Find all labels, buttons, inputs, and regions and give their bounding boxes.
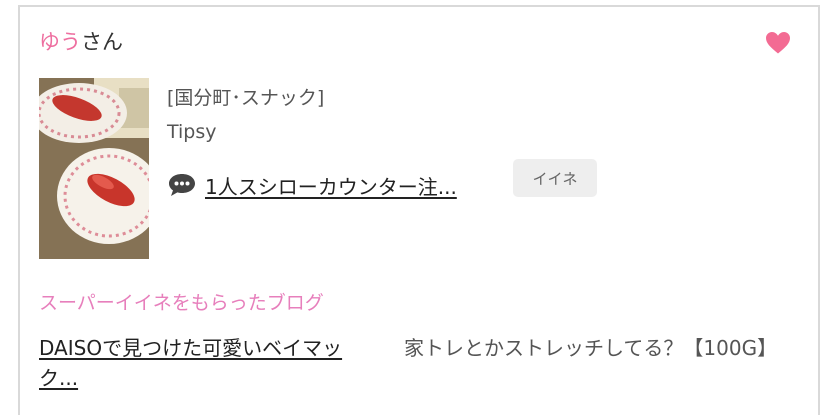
shop-name[interactable]: Tipsy xyxy=(167,117,217,147)
review-card: ゆうさん [国分町･スナック] Tipsy 1人スシローカウンター注... イイ… xyxy=(18,5,820,415)
user-line: ゆうさん xyxy=(39,27,123,57)
shop-category: [国分町･スナック] xyxy=(167,87,325,109)
user-name[interactable]: ゆう xyxy=(39,30,81,54)
user-honorific: さん xyxy=(81,30,123,54)
iine-button[interactable]: イイネ xyxy=(513,159,597,197)
post-thumbnail[interactable] xyxy=(39,78,149,259)
heart-icon[interactable] xyxy=(765,31,791,55)
blog-link-daiso[interactable]: DAISOで見つけた可愛いベイマック... xyxy=(39,333,374,393)
comment-row: 1人スシローカウンター注... xyxy=(167,169,457,201)
speech-bubble-icon xyxy=(167,172,197,198)
comment-link[interactable]: 1人スシローカウンター注... xyxy=(205,171,457,200)
super-iine-section-title: スーパーイイネをもらったブログ xyxy=(39,292,324,314)
blog-link-stretch[interactable]: 家トレとかストレッチしてる？【100G】 xyxy=(404,333,779,363)
